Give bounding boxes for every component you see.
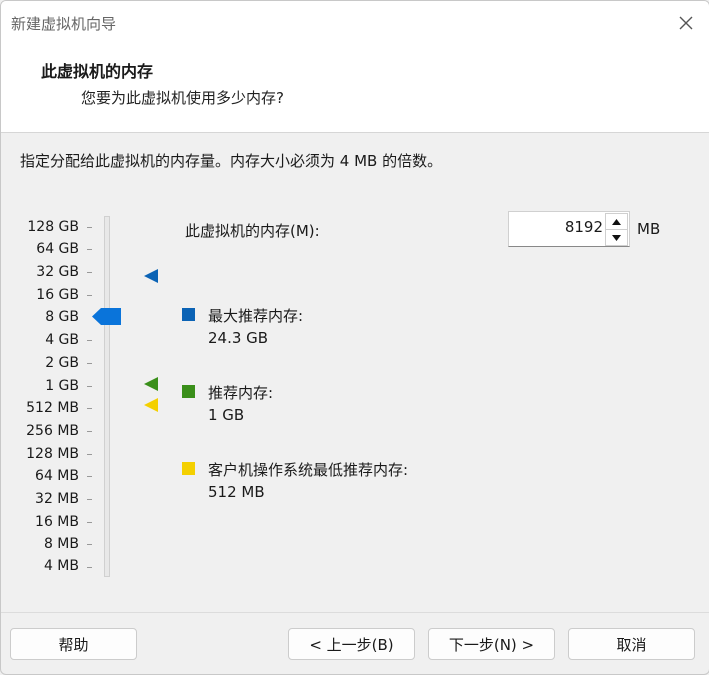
max-recommended-swatch — [182, 308, 195, 321]
min-recommended-swatch — [182, 462, 195, 475]
memory-field-label: 此虚拟机的内存(M): — [185, 222, 320, 240]
tick-mark — [87, 227, 92, 228]
scale-label: 4 GB — [45, 332, 79, 348]
memory-unit: MB — [637, 220, 661, 238]
scale-label: 8 MB — [43, 536, 79, 552]
scale-label: 16 GB — [36, 287, 79, 303]
tick-mark — [87, 454, 92, 455]
tick-mark — [87, 340, 92, 341]
max-recommended-marker-icon — [144, 269, 158, 283]
min-recommended-marker-icon — [144, 398, 158, 412]
back-button[interactable]: < 上一步(B) — [288, 628, 415, 660]
close-icon — [679, 16, 693, 30]
tick-mark — [87, 567, 92, 568]
recommended-value: 1 GB — [208, 406, 245, 424]
wizard-window: 新建虚拟机向导 此虚拟机的内存 您要为此虚拟机使用多少内存? 指定分配给此虚拟机… — [0, 0, 709, 675]
scale-label: 512 MB — [26, 400, 79, 416]
max-recommended-value: 24.3 GB — [208, 329, 269, 347]
close-button[interactable] — [663, 1, 709, 45]
spin-down-button[interactable] — [605, 229, 628, 246]
instruction-text: 指定分配给此虚拟机的内存量。内存大小必须为 4 MB 的倍数。 — [20, 152, 443, 170]
page-title: 此虚拟机的内存 — [41, 62, 154, 81]
scale-label: 128 MB — [26, 446, 79, 462]
recommended-label: 推荐内存: — [208, 384, 274, 402]
tick-mark — [87, 431, 92, 432]
help-button[interactable]: 帮助 — [10, 628, 137, 660]
spin-up-button[interactable] — [605, 213, 628, 230]
scale-label: 256 MB — [26, 423, 79, 439]
next-button[interactable]: 下一步(N) > — [428, 628, 555, 660]
cancel-button[interactable]: 取消 — [568, 628, 695, 660]
scale-label: 64 GB — [36, 241, 79, 257]
scale-label: 128 GB — [27, 219, 79, 235]
scale-label: 32 GB — [36, 264, 79, 280]
memory-slider-thumb[interactable] — [92, 308, 121, 325]
tick-mark — [87, 295, 92, 296]
memory-slider-track[interactable] — [104, 216, 110, 577]
tick-mark — [87, 476, 92, 477]
scale-label: 64 MB — [35, 468, 79, 484]
tick-mark — [87, 363, 92, 364]
scale-label: 1 GB — [45, 378, 79, 394]
tick-mark — [87, 408, 92, 409]
tick-mark — [87, 249, 92, 250]
min-recommended-label: 客户机操作系统最低推荐内存: — [208, 461, 409, 479]
min-recommended-value: 512 MB — [208, 483, 265, 501]
memory-value[interactable]: 8192 — [565, 218, 603, 236]
wizard-header: 此虚拟机的内存 您要为此虚拟机使用多少内存? — [1, 45, 709, 133]
chevron-up-icon — [612, 218, 621, 225]
title-bar: 新建虚拟机向导 — [1, 1, 709, 45]
scale-label: 4 MB — [43, 558, 79, 574]
scale-label: 32 MB — [35, 491, 79, 507]
footer-divider — [1, 612, 709, 613]
page-subtitle: 您要为此虚拟机使用多少内存? — [81, 89, 284, 107]
scale-label: 8 GB — [45, 309, 79, 325]
tick-mark — [87, 499, 92, 500]
scale-label: 16 MB — [35, 514, 79, 530]
max-recommended-label: 最大推荐内存: — [208, 307, 304, 325]
recommended-marker-icon — [144, 377, 158, 391]
memory-spinbox[interactable]: 8192 — [508, 211, 630, 247]
tick-mark — [87, 272, 92, 273]
window-title: 新建虚拟机向导 — [11, 15, 117, 33]
tick-mark — [87, 386, 92, 387]
recommended-swatch — [182, 385, 195, 398]
scale-label: 2 GB — [45, 355, 79, 371]
tick-mark — [87, 544, 92, 545]
tick-mark — [87, 522, 92, 523]
chevron-down-icon — [612, 234, 621, 241]
